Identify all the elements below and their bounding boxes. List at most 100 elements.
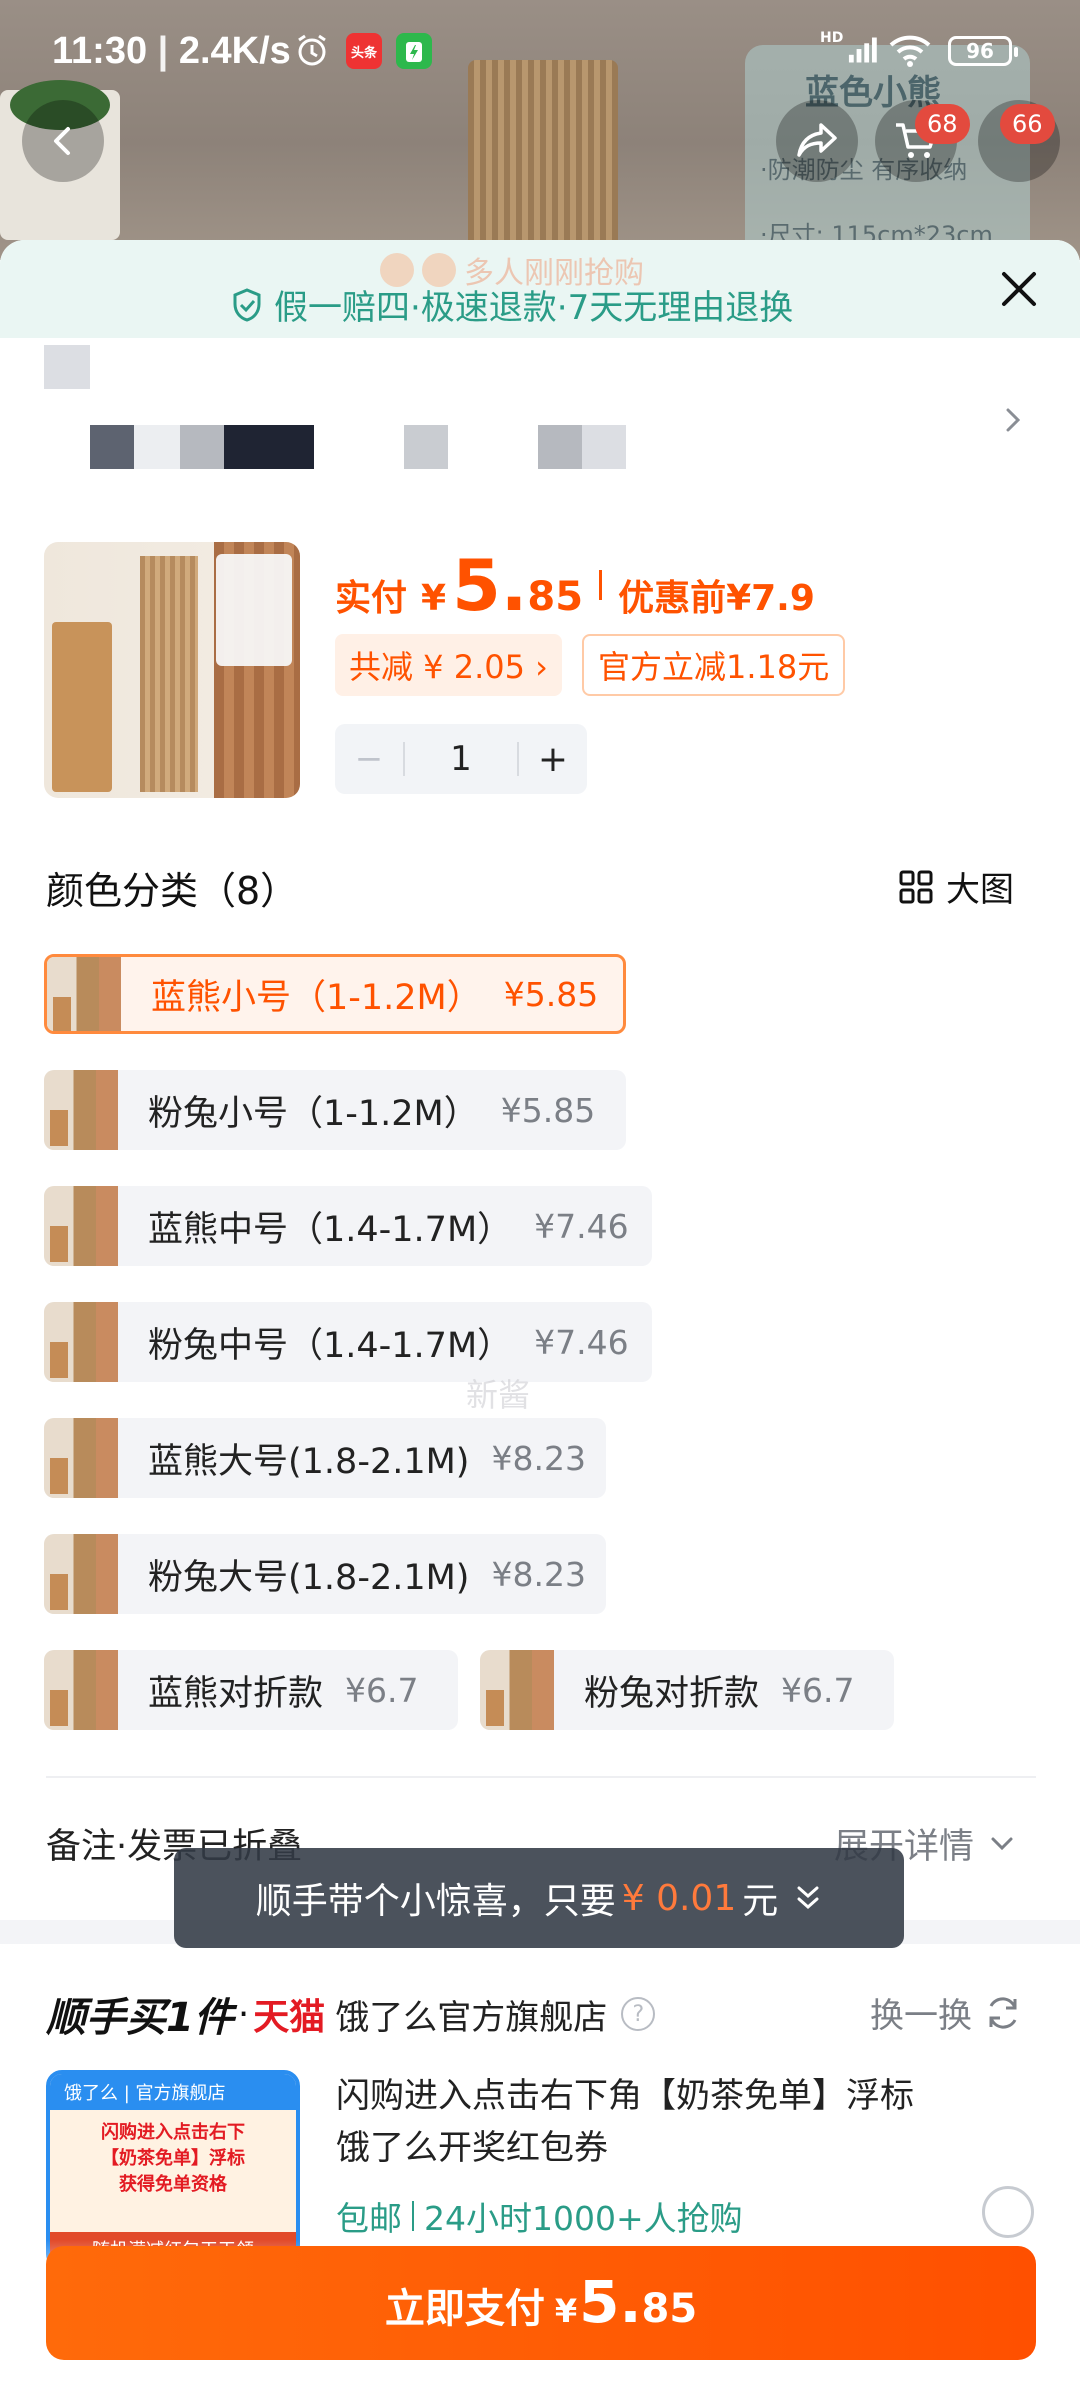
tmall-logo-text: 天猫 — [253, 1997, 326, 2038]
addon-select-radio[interactable] — [982, 2186, 1034, 2238]
address-redaction — [224, 425, 314, 469]
option-blue-bear-small[interactable]: 蓝熊小号（1-1.2M） ¥5.85 — [44, 954, 626, 1034]
quantity-plus-button[interactable]: + — [519, 739, 587, 780]
address-redaction — [180, 425, 224, 469]
option-pink-rabbit-small[interactable]: 粉兔小号（1-1.2M） ¥5.85 — [44, 1070, 626, 1150]
address-row[interactable] — [0, 345, 1080, 485]
pay-label: 立即支付 — [384, 2286, 545, 2332]
option-pink-rabbit-large[interactable]: 粉兔大号(1.8-2.1M) ¥8.23 — [44, 1534, 606, 1614]
battery-app-icon — [396, 33, 432, 69]
grid-icon — [899, 870, 933, 903]
addon-image-line: 闪购进入点击右下 — [101, 2122, 245, 2143]
option-thumbnail — [44, 1418, 118, 1498]
chevron-left-icon — [54, 127, 70, 155]
share-icon — [797, 123, 837, 157]
option-thumbnail — [44, 1070, 118, 1150]
addon-separator: · — [237, 1993, 250, 2035]
address-redaction — [44, 345, 90, 389]
meta-separator — [412, 2201, 414, 2231]
quantity-minus-button[interactable]: − — [335, 739, 403, 779]
chevron-right-icon[interactable] — [998, 405, 1028, 435]
option-thumbnail — [44, 1302, 118, 1382]
pay-now-button[interactable]: 立即支付 ¥ 5. 85 — [46, 2246, 1036, 2360]
option-pink-rabbit-foldable[interactable]: 粉兔对折款 ¥6.7 — [480, 1650, 894, 1730]
option-price: ¥5.85 — [500, 1090, 596, 1130]
price-divider — [599, 570, 603, 600]
pay-currency: ¥ — [554, 2292, 578, 2330]
refresh-icon — [989, 1996, 1017, 2029]
option-thumbnail — [480, 1650, 554, 1730]
option-price: ¥5.85 — [503, 974, 599, 1014]
watermark-text: 新酱 — [466, 1376, 531, 1414]
addon-image-line: 获得免单资格 — [119, 2174, 227, 2195]
swap-button[interactable]: 换一换 — [870, 1988, 1022, 2037]
addon-image-line: 【奶茶免单】浮标 — [101, 2148, 245, 2169]
option-name: 蓝熊中号（1.4-1.7M） — [148, 1209, 513, 1250]
option-thumbnail — [47, 957, 121, 1031]
option-name: 粉兔大号(1.8-2.1M) — [148, 1557, 470, 1598]
final-price: 实付 ¥ 5. 85 优惠前 ¥7.9 — [335, 545, 815, 627]
option-name: 粉兔小号（1-1.2M） — [148, 1093, 479, 1134]
address-redaction — [134, 425, 180, 469]
option-thumbnail — [44, 1186, 118, 1266]
option-price: ¥7.46 — [534, 1206, 629, 1246]
address-redaction — [538, 425, 582, 469]
back-button[interactable] — [22, 100, 104, 182]
clock-time: 11:30 — [52, 30, 148, 72]
toast-prefix: 顺手带个小惊喜，只要 — [255, 1881, 616, 1922]
toast-suffix: 元 — [742, 1881, 779, 1922]
swap-label: 换一换 — [870, 1996, 972, 2036]
option-price: ¥7.46 — [534, 1322, 629, 1362]
addon-brand: 顺手买1件 — [46, 1995, 234, 2041]
price-integer: 5. — [452, 545, 528, 627]
option-blue-bear-foldable[interactable]: 蓝熊对折款 ¥6.7 — [44, 1650, 458, 1730]
option-blue-bear-medium[interactable]: 蓝熊中号（1.4-1.7M） ¥7.46 — [44, 1186, 652, 1266]
double-chevron-down-icon — [797, 1886, 819, 1910]
price-decimal: 85 — [527, 574, 584, 620]
wifi-icon — [885, 30, 935, 70]
address-redaction — [90, 425, 134, 469]
option-thumbnail — [44, 1650, 118, 1730]
price-before-label: 优惠前 — [618, 578, 727, 619]
quantity-value[interactable]: 1 — [405, 739, 517, 779]
share-button[interactable] — [776, 100, 858, 182]
guarantee-label: 假一赔四·极速退款·7天无理由退换 — [274, 288, 794, 328]
price-currency: ¥ — [421, 578, 447, 619]
addon-image-body: 闪购进入点击右下 【奶茶免单】浮标 获得免单资格 — [50, 2110, 296, 2208]
surprise-toast[interactable]: 顺手带个小惊喜，只要 ¥ 0.01 元 — [174, 1848, 904, 1948]
thumbnail-card — [216, 554, 292, 666]
shield-check-icon — [233, 287, 261, 322]
product-thumbnail[interactable] — [44, 542, 300, 798]
option-pink-rabbit-medium[interactable]: 粉兔中号（1.4-1.7M） ¥7.46 — [44, 1302, 652, 1382]
free-shipping-label: 包邮 — [336, 2199, 402, 2238]
addon-product-title[interactable]: 闪购进入点击右下角【奶茶免单】浮标 饿了么开奖红包券 — [336, 2070, 946, 2174]
thumbnail-product — [140, 556, 198, 792]
cart-badge: 68 — [915, 104, 970, 144]
addon-image-header: 饿了么 | 官方旗舰店 — [50, 2074, 296, 2110]
pay-decimal: 85 — [641, 2286, 698, 2332]
discount-chip[interactable]: 共减 ¥ 2.05 › — [335, 634, 562, 696]
address-redaction — [582, 425, 626, 469]
option-blue-bear-large[interactable]: 蓝熊大号(1.8-2.1M) ¥8.23 — [44, 1418, 606, 1498]
message-badge: 66 — [1000, 104, 1055, 144]
option-name: 蓝熊大号(1.8-2.1M) — [148, 1441, 470, 1482]
pay-integer: 5. — [579, 2268, 642, 2336]
network-speed: 2.4K/s — [178, 30, 291, 72]
status-bar: 11:30 | 2.4K/s 头条 HD 96 — [0, 0, 1080, 100]
help-icon[interactable]: ? — [621, 1997, 656, 2031]
battery-indicator: 96 — [948, 36, 1018, 66]
signal-icon: HD — [820, 30, 880, 70]
news-app-icon: 头条 — [346, 33, 382, 69]
big-image-toggle[interactable]: 大图 — [898, 862, 1014, 911]
official-discount-chip: 官方立减1.18元 — [582, 634, 846, 696]
addon-meta: 包邮 24小时1000+人抢购 — [336, 2192, 743, 2240]
section-divider — [46, 1776, 1036, 1778]
option-price: ¥8.23 — [491, 1554, 586, 1594]
status-time: 11:30 | 2.4K/s — [52, 30, 291, 73]
sales-label: 24小时1000+人抢购 — [424, 2199, 743, 2238]
option-name: 蓝熊小号（1-1.2M） — [151, 977, 482, 1018]
price-before-value: ¥7.9 — [726, 578, 815, 619]
close-button[interactable] — [992, 262, 1046, 316]
toast-price: ¥ 0.01 — [621, 1877, 737, 1919]
price-label: 实付 — [335, 578, 408, 619]
